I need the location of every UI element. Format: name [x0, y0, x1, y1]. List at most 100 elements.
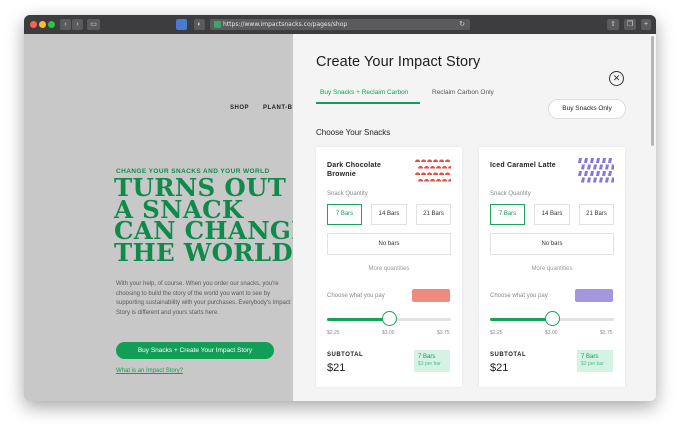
- pattern-shape: [424, 165, 430, 169]
- snack-bar-image: [412, 289, 450, 302]
- brownie-pattern-icon: [415, 159, 451, 182]
- pattern-shape: [415, 159, 421, 162]
- qty-21-bars-button[interactable]: 21 Bars: [579, 204, 614, 225]
- pattern-shape: [436, 165, 442, 169]
- pattern-shape: [611, 164, 614, 170]
- pattern-shape: [590, 171, 594, 176]
- pattern-shape: [602, 171, 606, 176]
- impact-story-panel: Create Your Impact Story ✕ Buy Snacks + …: [293, 34, 656, 401]
- web-page: SHOP PLANT-B CHANGE YOUR SNACKS AND YOUR…: [24, 34, 656, 401]
- quantity-label: Snack Quantity: [327, 191, 368, 197]
- pattern-shape: [430, 165, 436, 169]
- pattern-shape: [584, 158, 588, 163]
- pattern-shape: [587, 164, 591, 170]
- badge-quantity: 7 Bars: [581, 354, 599, 360]
- pattern-shape: [590, 158, 594, 163]
- snack-bar-image: [575, 289, 613, 302]
- pattern-shape: [442, 165, 448, 169]
- tab-buy-snacks-reclaim-carbon[interactable]: Buy Snacks + Reclaim Carbon: [320, 89, 408, 96]
- tabs-icon[interactable]: ❐: [624, 19, 636, 30]
- subtotal-value: $21: [327, 362, 346, 374]
- pattern-shape: [593, 164, 597, 170]
- no-bars-button[interactable]: No bars: [490, 233, 614, 255]
- pattern-shape: [436, 178, 442, 182]
- more-quantities-link[interactable]: More quantities: [479, 266, 625, 272]
- badge-price: $3 per bar: [581, 361, 604, 367]
- badge-price: $3 per bar: [418, 361, 441, 367]
- pattern-shape: [605, 177, 609, 183]
- privacy-icon[interactable]: ◐: [194, 19, 205, 30]
- pattern-shape: [602, 158, 606, 163]
- pattern-shape: [433, 159, 439, 162]
- pattern-shape: [427, 172, 433, 175]
- snack-name: Dark Chocolate Brownie: [327, 162, 382, 178]
- pattern-shape: [448, 178, 451, 182]
- pattern-shape: [430, 178, 436, 182]
- hero-body: With your help, of course. When you orde…: [116, 281, 291, 316]
- pattern-shape: [439, 159, 445, 162]
- shield-icon[interactable]: [176, 19, 187, 30]
- minimize-window-button[interactable]: [39, 21, 46, 28]
- maximize-window-button[interactable]: [48, 21, 55, 28]
- qty-14-bars-button[interactable]: 14 Bars: [534, 204, 570, 225]
- snack-name: Iced Caramel Latte: [490, 162, 556, 169]
- more-quantities-link[interactable]: More quantities: [316, 266, 462, 272]
- pattern-shape: [578, 171, 582, 176]
- pattern-shape: [587, 177, 591, 183]
- slider-thumb[interactable]: [544, 311, 560, 326]
- address-bar[interactable]: https://www.impactsnacks.co/pages/shop ↻: [210, 19, 470, 30]
- create-impact-story-button[interactable]: Buy Snacks + Create Your Impact Story: [116, 342, 274, 359]
- pattern-shape: [593, 177, 597, 183]
- pattern-shape: [581, 164, 585, 170]
- nav-plant-based[interactable]: PLANT-B: [263, 105, 293, 111]
- impact-story-link[interactable]: What is an Impact Story?: [116, 368, 183, 374]
- buy-snacks-only-button[interactable]: Buy Snacks Only: [548, 99, 626, 119]
- forward-arrow-icon[interactable]: ›: [72, 19, 83, 30]
- headline-line: THE WORLD: [114, 237, 293, 267]
- pattern-shape: [442, 178, 448, 182]
- nav-shop[interactable]: SHOP: [230, 105, 249, 111]
- badge-quantity: 7 Bars: [418, 354, 436, 360]
- pattern-shape: [596, 171, 600, 176]
- qty-21-bars-button[interactable]: 21 Bars: [416, 204, 451, 225]
- share-icon[interactable]: ⇧: [607, 19, 619, 30]
- slider-thumb[interactable]: [381, 311, 397, 326]
- close-icon[interactable]: ✕: [609, 71, 624, 86]
- pattern-shape: [427, 159, 433, 162]
- pattern-shape: [584, 171, 588, 176]
- new-tab-icon[interactable]: +: [641, 19, 651, 30]
- pattern-shape: [596, 158, 600, 163]
- panel-title: Create Your Impact Story: [316, 54, 481, 70]
- tick-max: $3.75: [437, 330, 450, 336]
- qty-7-bars-button[interactable]: 7 Bars: [490, 204, 525, 225]
- subtotal-label: SUBTOTAL: [490, 352, 527, 358]
- pattern-shape: [415, 172, 421, 175]
- tick-max: $3.75: [600, 330, 613, 336]
- no-bars-button[interactable]: No bars: [327, 233, 451, 255]
- pattern-shape: [421, 172, 427, 175]
- reload-icon[interactable]: ↻: [459, 19, 465, 30]
- subtotal-label: SUBTOTAL: [327, 352, 364, 358]
- tick-min: $2.25: [490, 330, 503, 336]
- pattern-shape: [611, 177, 614, 183]
- pattern-shape: [581, 177, 585, 183]
- qty-7-bars-button[interactable]: 7 Bars: [327, 204, 362, 225]
- close-window-button[interactable]: [30, 21, 37, 28]
- quantity-label: Snack Quantity: [490, 191, 531, 197]
- tab-reclaim-carbon-only[interactable]: Reclaim Carbon Only: [432, 89, 494, 96]
- browser-toolbar: ‹ › ▭ ◐ https://www.impactsnacks.co/page…: [24, 15, 656, 34]
- qty-14-bars-button[interactable]: 14 Bars: [371, 204, 407, 225]
- panel-scrollbar[interactable]: [651, 36, 654, 146]
- url-text: https://www.impactsnacks.co/pages/shop: [223, 21, 348, 28]
- pattern-shape: [445, 172, 451, 175]
- snack-card-iced-caramel-latte: Iced Caramel Latte Snack Quantity 7 Bars…: [479, 147, 625, 387]
- tick-mid: $3.00: [545, 330, 558, 336]
- pattern-shape: [608, 158, 612, 163]
- pattern-shape: [578, 158, 582, 163]
- pattern-shape: [418, 178, 424, 182]
- pattern-shape: [424, 178, 430, 182]
- back-arrow-icon[interactable]: ‹: [60, 19, 71, 30]
- pattern-shape: [599, 177, 603, 183]
- latte-pattern-icon: [578, 158, 614, 183]
- sidebar-icon[interactable]: ▭: [87, 19, 100, 30]
